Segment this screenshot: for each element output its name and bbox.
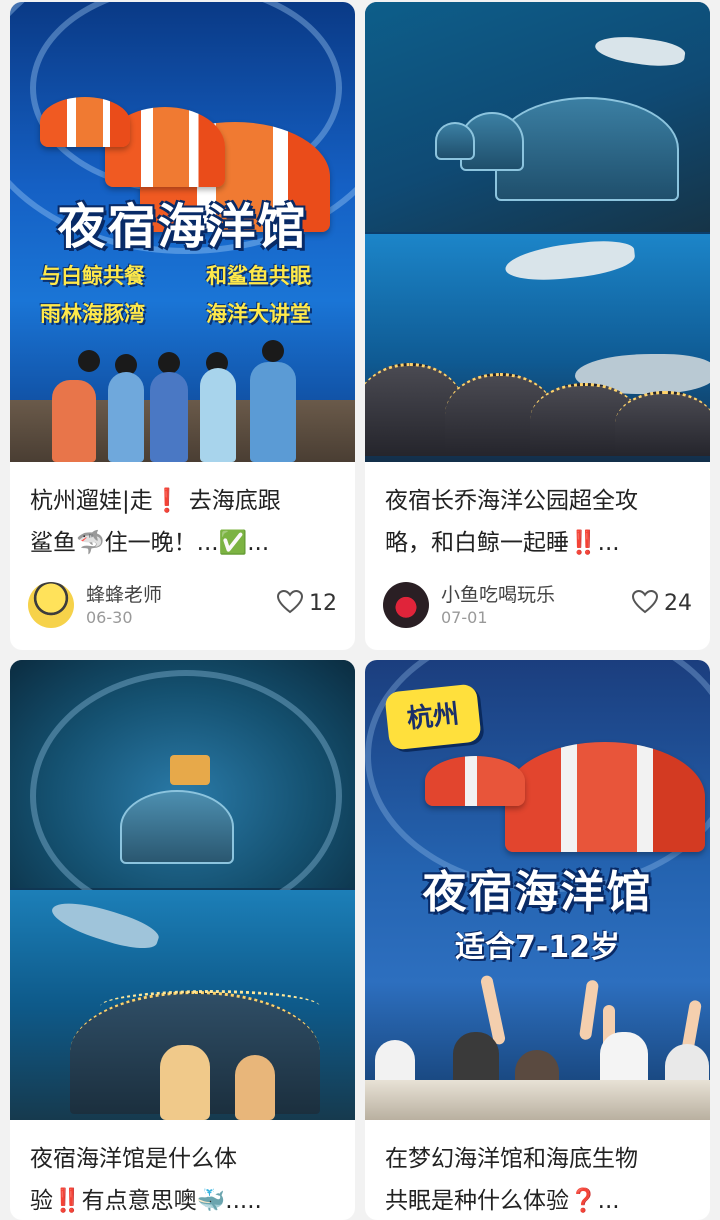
note-title[interactable]: 夜宿长乔海洋公园超全攻 略，和白鲸一起睡‼️... bbox=[385, 480, 695, 564]
cover-age-label: 适合7-12岁 bbox=[454, 930, 621, 965]
note-title-line: 夜宿海洋馆是什么体 bbox=[30, 1146, 237, 1172]
child-figure bbox=[52, 380, 96, 462]
whale-shape bbox=[593, 31, 687, 71]
note-title[interactable]: 夜宿海洋馆是什么体 验‼️有点意思噢🐳..... bbox=[30, 1138, 340, 1220]
note-meta: 蜂蜂老师 06-30 12 bbox=[28, 582, 337, 630]
post-date: 07-01 bbox=[441, 608, 488, 627]
avatar[interactable] bbox=[28, 582, 74, 628]
like-count: 24 bbox=[664, 591, 692, 616]
cover-tag: 雨林海豚湾 bbox=[40, 302, 145, 326]
tent-shape bbox=[425, 756, 525, 806]
tent-shape bbox=[40, 97, 130, 147]
avatar[interactable] bbox=[383, 582, 429, 628]
note-feed: 夜宿海洋馆 与白鲸共餐 和鲨鱼共眠 雨林海豚湾 海洋大讲堂 杭州遛娃|走❗ 去海… bbox=[0, 0, 720, 1220]
note-cover-image[interactable] bbox=[365, 2, 710, 462]
raised-arm bbox=[578, 979, 600, 1041]
whale-shape bbox=[503, 237, 637, 285]
child-figure bbox=[262, 340, 284, 362]
cover-tag: 和鲨鱼共眠 bbox=[206, 264, 311, 288]
note-title-line: 夜宿长乔海洋公园超全攻 bbox=[385, 488, 638, 514]
heart-icon bbox=[276, 589, 304, 614]
cover-headline: 夜宿海洋馆 bbox=[422, 867, 653, 918]
dining-table bbox=[365, 1080, 710, 1120]
child-figure bbox=[158, 352, 180, 374]
note-title-line: 在梦幻海洋馆和海底生物 bbox=[385, 1146, 638, 1172]
child-figure bbox=[150, 372, 188, 462]
note-title[interactable]: 杭州遛娃|走❗ 去海底跟 鲨鱼🦈住一晚！...✅... bbox=[30, 480, 340, 564]
cover-headline: 夜宿海洋馆 bbox=[57, 199, 308, 255]
tunnel-light bbox=[170, 755, 210, 785]
note-title-line: 鲨鱼🦈住一晚！...✅... bbox=[30, 530, 270, 556]
note-title-line: 略，和白鲸一起睡‼️... bbox=[385, 530, 620, 556]
note-card[interactable]: 夜宿海洋馆是什么体 验‼️有点意思噢🐳..... bbox=[10, 660, 355, 1220]
heart-icon bbox=[631, 589, 659, 614]
string-lights bbox=[100, 990, 320, 1023]
note-title-line: 验‼️有点意思噢🐳..... bbox=[30, 1188, 262, 1214]
like-button[interactable]: 24 bbox=[631, 589, 692, 616]
note-card[interactable]: 杭州 夜宿海洋馆 适合7-12岁 在梦幻海洋馆和海底生物 共眠是种什么体验❓..… bbox=[365, 660, 710, 1220]
tent-shape bbox=[120, 790, 234, 864]
note-meta: 小鱼吃喝玩乐 07-01 24 bbox=[383, 582, 692, 630]
tent-shape bbox=[435, 122, 475, 160]
author-name[interactable]: 小鱼吃喝玩乐 bbox=[441, 580, 555, 607]
like-count: 12 bbox=[309, 591, 337, 616]
cover-tag: 海洋大讲堂 bbox=[206, 302, 311, 326]
city-badge: 杭州 bbox=[384, 683, 482, 751]
note-cover-image[interactable]: 杭州 夜宿海洋馆 适合7-12岁 bbox=[365, 660, 710, 1120]
child-figure bbox=[108, 372, 144, 462]
child-figure bbox=[235, 1055, 275, 1120]
city-badge-label: 杭州 bbox=[405, 699, 461, 735]
post-date: 06-30 bbox=[86, 608, 133, 627]
note-title[interactable]: 在梦幻海洋馆和海底生物 共眠是种什么体验❓... bbox=[385, 1138, 695, 1220]
note-cover-image[interactable] bbox=[10, 660, 355, 1120]
tent-shape bbox=[505, 742, 705, 852]
cover-tag: 与白鲸共餐 bbox=[40, 264, 145, 288]
child-figure bbox=[200, 368, 236, 462]
note-cover-image[interactable]: 夜宿海洋馆 与白鲸共餐 和鲨鱼共眠 雨林海豚湾 海洋大讲堂 bbox=[10, 2, 355, 462]
child-figure bbox=[160, 1045, 210, 1120]
note-title-line: 共眠是种什么体验❓... bbox=[385, 1188, 620, 1214]
like-button[interactable]: 12 bbox=[276, 589, 337, 616]
note-title-line: 杭州遛娃|走❗ 去海底跟 bbox=[30, 488, 281, 514]
cover-photo-top bbox=[10, 660, 355, 922]
note-card[interactable]: 夜宿海洋馆 与白鲸共餐 和鲨鱼共眠 雨林海豚湾 海洋大讲堂 杭州遛娃|走❗ 去海… bbox=[10, 2, 355, 650]
cover-photo-top bbox=[365, 2, 710, 232]
child-figure bbox=[78, 350, 100, 372]
tent-shape bbox=[615, 391, 710, 456]
whale-shape bbox=[48, 893, 162, 957]
author-name[interactable]: 蜂蜂老师 bbox=[86, 580, 162, 607]
cover-photo-bottom bbox=[365, 234, 710, 462]
note-card[interactable]: 夜宿长乔海洋公园超全攻 略，和白鲸一起睡‼️... 小鱼吃喝玩乐 07-01 2… bbox=[365, 2, 710, 650]
child-figure bbox=[250, 362, 296, 462]
